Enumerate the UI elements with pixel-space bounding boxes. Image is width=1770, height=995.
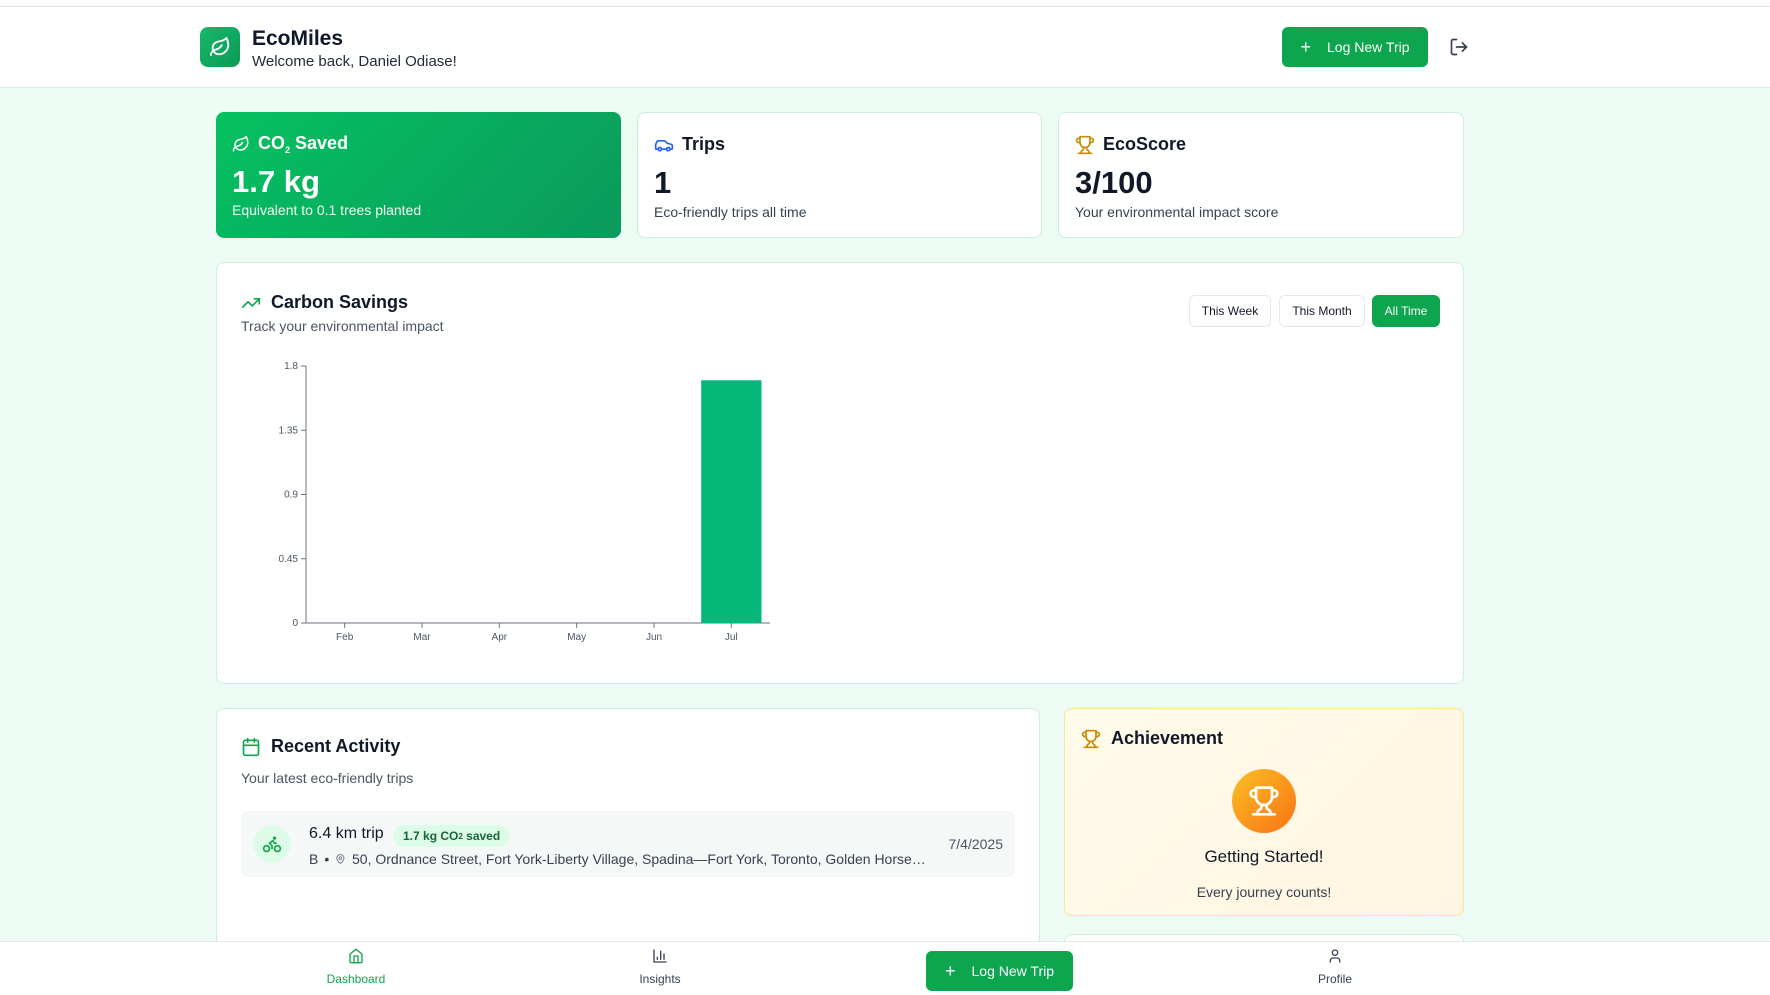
trip-location: B • 50, Ordnance Street, Fort York-Liber…	[309, 851, 929, 867]
y-tick-label: 1.35	[279, 425, 299, 436]
browser-top-strip	[0, 0, 1770, 7]
bike-icon	[262, 836, 282, 853]
leaf-icon	[209, 36, 230, 57]
trips-title-text: Trips	[682, 134, 726, 154]
co2-saved-desc: Equivalent to 0.1 trees planted	[232, 202, 422, 218]
y-tick-label: 0.9	[284, 490, 298, 501]
co2-title-prefix: CO	[258, 133, 285, 153]
recent-activity-card: Recent Activity Your latest eco-friendly…	[216, 708, 1040, 958]
recent-activity-subtitle: Your latest eco-friendly trips	[241, 770, 414, 786]
nav-profile-label: Profile	[1317, 972, 1352, 986]
x-tick-label: Jul	[725, 632, 738, 643]
co2-saved-badge: 1.7 kg CO 2 saved	[393, 825, 511, 847]
badge-prefix: 1.7 kg CO	[403, 829, 459, 843]
x-tick-label: Mar	[413, 632, 431, 643]
trip-list-item[interactable]: 6.4 km trip 1.7 kg CO 2 saved B • 50, Ord…	[241, 811, 1015, 877]
plus-icon: +	[1300, 37, 1312, 57]
co2-saved-value: 1.7 kg	[232, 164, 320, 199]
ecoscore-card: EcoScore 3/100 Your environmental impact…	[1058, 112, 1464, 238]
x-tick-label: Feb	[336, 632, 354, 643]
trip-mode-icon	[253, 825, 291, 863]
x-tick-label: May	[567, 632, 586, 643]
trophy-icon	[1249, 786, 1279, 816]
trip-mode-letter: B	[309, 851, 319, 867]
achievement-badge	[1232, 769, 1296, 833]
log-new-trip-button[interactable]: + Log New Trip	[1282, 27, 1428, 67]
trips-desc: Eco-friendly trips all time	[654, 204, 807, 220]
y-tick-label: 1.8	[284, 361, 298, 372]
ecoscore-desc: Your environmental impact score	[1075, 204, 1279, 220]
achievement-name: Getting Started!	[1204, 847, 1324, 866]
ecoscore-title: EcoScore	[1075, 134, 1186, 155]
leaf-icon	[232, 135, 249, 152]
home-icon	[349, 948, 363, 964]
ecoscore-title-text: EcoScore	[1103, 134, 1187, 154]
carbon-savings-chart: 0 0.45 0.9 1.35 1.8 Feb Mar Apr May Jun Jul	[279, 361, 770, 643]
car-icon	[654, 139, 674, 152]
app-title: EcoMiles	[252, 27, 344, 50]
achievement-title-text: Achievement	[1111, 728, 1224, 748]
trip-address: 50, Ordnance Street, Fort York-Liberty V…	[352, 851, 929, 867]
trophy-icon	[1075, 135, 1095, 154]
log-new-trip-label: Log New Trip	[1327, 39, 1410, 55]
welcome-text: Welcome back, Daniel Odiase!	[252, 53, 457, 70]
app-header: EcoMiles Welcome back, Daniel Odiase! + …	[0, 7, 1770, 88]
nav-log-new-trip-label: Log New Trip	[971, 963, 1054, 979]
chart-bar	[701, 380, 762, 623]
trip-title: 6.4 km trip	[309, 825, 384, 842]
logout-icon[interactable]	[1449, 37, 1469, 57]
x-tick-label: Apr	[492, 632, 508, 643]
trips-card: Trips 1 Eco-friendly trips all time	[637, 112, 1042, 238]
recent-activity-title-text: Recent Activity	[271, 736, 401, 756]
co2-title-subscript: 2	[285, 145, 291, 155]
trip-date: 7/4/2025	[948, 836, 1004, 852]
nav-dashboard-label: Dashboard	[326, 972, 386, 986]
nav-profile[interactable]: Profile	[1285, 948, 1385, 992]
co2-title-suffix: Saved	[295, 133, 349, 153]
co2-saved-title: CO2 Saved	[232, 133, 348, 155]
y-tick-label: 0	[292, 618, 298, 629]
nav-dashboard[interactable]: Dashboard	[306, 948, 406, 992]
carbon-savings-card: Carbon Savings Track your environmental …	[216, 262, 1464, 684]
achievement-desc: Every journey counts!	[1196, 884, 1332, 900]
app-logo	[200, 27, 240, 67]
trips-title: Trips	[654, 134, 725, 155]
bar-chart-icon	[653, 949, 667, 963]
nav-log-new-trip-button[interactable]: + Log New Trip	[926, 951, 1073, 991]
calendar-icon	[242, 737, 260, 756]
recent-activity-title: Recent Activity	[241, 736, 400, 757]
plus-icon: +	[945, 961, 956, 981]
separator-dot: •	[324, 851, 330, 867]
achievement-title: Achievement	[1081, 728, 1223, 749]
y-tick-label: 0.45	[279, 554, 299, 565]
x-tick-label: Jun	[646, 632, 662, 643]
bottom-nav: Dashboard Insights + Log New Trip Profil…	[0, 941, 1770, 995]
nav-insights[interactable]: Insights	[610, 948, 710, 992]
achievement-card: Achievement Getting Started! Every journ…	[1064, 708, 1464, 916]
ecoscore-value: 3/100	[1075, 165, 1153, 200]
badge-suffix: saved	[462, 829, 501, 843]
user-icon	[1329, 949, 1341, 963]
nav-insights-label: Insights	[639, 972, 681, 986]
trophy-icon	[1081, 729, 1101, 748]
map-pin-icon	[336, 854, 345, 864]
trips-value: 1	[654, 165, 672, 200]
co2-saved-card: CO2 Saved 1.7 kg Equivalent to 0.1 trees…	[216, 112, 621, 238]
